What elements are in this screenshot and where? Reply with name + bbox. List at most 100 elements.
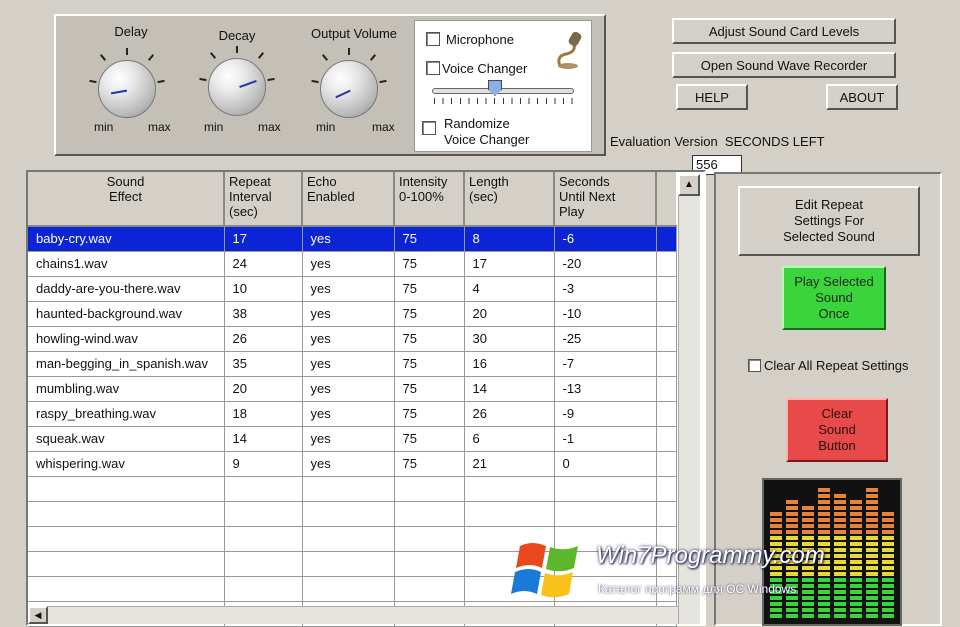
table-cell[interactable]: -9	[554, 401, 657, 427]
table-cell[interactable]: yes	[302, 301, 395, 327]
column-header[interactable]: Seconds Until Next Play	[554, 172, 657, 227]
table-cell[interactable]: yes	[302, 351, 395, 377]
table-cell[interactable]: 21	[464, 451, 555, 477]
table-cell[interactable]	[554, 476, 657, 502]
about-button[interactable]: ABOUT	[826, 84, 898, 110]
table-cell[interactable]	[656, 476, 677, 502]
table-cell[interactable]: 75	[394, 376, 465, 402]
table-cell[interactable]: yes	[302, 376, 395, 402]
table-cell[interactable]	[28, 476, 225, 502]
table-cell[interactable]: raspy_breathing.wav	[28, 401, 225, 427]
table-cell[interactable]: 26	[224, 326, 303, 352]
empty-table-row[interactable]	[28, 501, 677, 527]
table-cell[interactable]: 8	[464, 226, 555, 252]
table-cell[interactable]: 38	[224, 301, 303, 327]
table-cell[interactable]: 75	[394, 401, 465, 427]
table-cell[interactable]: -3	[554, 276, 657, 302]
table-cell[interactable]: whispering.wav	[28, 451, 225, 477]
table-cell[interactable]: yes	[302, 326, 395, 352]
column-header[interactable]: Length (sec)	[464, 172, 555, 227]
clear-all-repeat-checkbox[interactable]	[748, 359, 761, 372]
table-row[interactable]: haunted-background.wav 38 yes 75 20 -10	[28, 301, 677, 327]
table-cell[interactable]: 18	[224, 401, 303, 427]
table-cell[interactable]: howling-wind.wav	[28, 326, 225, 352]
adjust-sound-card-levels-button[interactable]: Adjust Sound Card Levels	[672, 18, 896, 44]
table-row[interactable]: baby-cry.wav 17 yes 75 8 -6	[28, 226, 677, 252]
clear-sound-button[interactable]: Clear Sound Button	[786, 398, 888, 462]
column-header[interactable]: Echo Enabled	[302, 172, 395, 227]
voice-changer-checkbox[interactable]	[426, 61, 440, 75]
table-cell[interactable]: -25	[554, 326, 657, 352]
table-cell[interactable]	[394, 551, 465, 577]
table-cell[interactable]: 35	[224, 351, 303, 377]
table-cell[interactable]: 75	[394, 226, 465, 252]
table-cell[interactable]: 30	[464, 326, 555, 352]
table-cell[interactable]	[302, 576, 395, 602]
table-cell[interactable]: haunted-background.wav	[28, 301, 225, 327]
randomize-checkbox[interactable]	[422, 121, 436, 135]
table-cell[interactable]: chains1.wav	[28, 251, 225, 277]
table-cell[interactable]	[224, 576, 303, 602]
column-header[interactable]: Repeat Interval (sec)	[224, 172, 303, 227]
table-cell[interactable]: 75	[394, 251, 465, 277]
table-cell[interactable]: 75	[394, 326, 465, 352]
table-cell[interactable]: -13	[554, 376, 657, 402]
table-cell[interactable]	[464, 501, 555, 527]
scroll-left-arrow-icon[interactable]: ◀	[28, 606, 48, 624]
table-cell[interactable]: squeak.wav	[28, 426, 225, 452]
microphone-checkbox[interactable]	[426, 32, 440, 46]
table-cell[interactable]	[302, 501, 395, 527]
table-cell[interactable]: 17	[464, 251, 555, 277]
empty-table-row[interactable]	[28, 476, 677, 502]
table-cell[interactable]: yes	[302, 401, 395, 427]
table-row[interactable]: raspy_breathing.wav 18 yes 75 26 -9	[28, 401, 677, 427]
table-row[interactable]: howling-wind.wav 26 yes 75 30 -25	[28, 326, 677, 352]
play-selected-sound-once-button[interactable]: Play Selected Sound Once	[782, 266, 886, 330]
edit-repeat-settings-button[interactable]: Edit Repeat Settings For Selected Sound	[738, 186, 920, 256]
table-cell[interactable]	[656, 501, 677, 527]
table-cell[interactable]: yes	[302, 451, 395, 477]
table-cell[interactable]: -20	[554, 251, 657, 277]
table-cell[interactable]: -7	[554, 351, 657, 377]
table-cell[interactable]: 14	[464, 376, 555, 402]
table-cell[interactable]: 14	[224, 426, 303, 452]
table-cell[interactable]: yes	[302, 426, 395, 452]
table-cell[interactable]: 75	[394, 426, 465, 452]
table-cell[interactable]	[394, 476, 465, 502]
table-row[interactable]: chains1.wav 24 yes 75 17 -20	[28, 251, 677, 277]
table-cell[interactable]: 17	[224, 226, 303, 252]
table-cell[interactable]	[28, 576, 225, 602]
table-cell[interactable]: 20	[464, 301, 555, 327]
table-cell[interactable]: 16	[464, 351, 555, 377]
table-cell[interactable]	[224, 501, 303, 527]
table-cell[interactable]	[28, 551, 225, 577]
table-cell[interactable]: man-begging_in_spanish.wav	[28, 351, 225, 377]
table-cell[interactable]	[302, 476, 395, 502]
table-cell[interactable]	[224, 476, 303, 502]
table-cell[interactable]: 4	[464, 276, 555, 302]
table-cell[interactable]	[302, 526, 395, 552]
table-cell[interactable]	[224, 551, 303, 577]
table-cell[interactable]	[224, 526, 303, 552]
table-cell[interactable]: 6	[464, 426, 555, 452]
table-cell[interactable]: yes	[302, 276, 395, 302]
table-cell[interactable]: 75	[394, 301, 465, 327]
help-button[interactable]: HELP	[676, 84, 748, 110]
table-cell[interactable]: 20	[224, 376, 303, 402]
table-row[interactable]: mumbling.wav 20 yes 75 14 -13	[28, 376, 677, 402]
table-cell[interactable]	[394, 576, 465, 602]
table-cell[interactable]: 75	[394, 276, 465, 302]
table-cell[interactable]: -6	[554, 226, 657, 252]
table-cell[interactable]: 75	[394, 451, 465, 477]
table-cell[interactable]: 9	[224, 451, 303, 477]
table-row[interactable]: daddy-are-you-there.wav 10 yes 75 4 -3	[28, 276, 677, 302]
scroll-up-arrow-icon[interactable]: ▲	[678, 174, 700, 196]
column-header[interactable]: Sound Effect	[28, 172, 225, 227]
table-cell[interactable]: -10	[554, 301, 657, 327]
column-header[interactable]: Intensity 0-100%	[394, 172, 465, 227]
table-cell[interactable]: 75	[394, 351, 465, 377]
table-cell[interactable]	[302, 551, 395, 577]
table-cell[interactable]: 26	[464, 401, 555, 427]
table-row[interactable]: squeak.wav 14 yes 75 6 -1	[28, 426, 677, 452]
table-cell[interactable]	[464, 476, 555, 502]
